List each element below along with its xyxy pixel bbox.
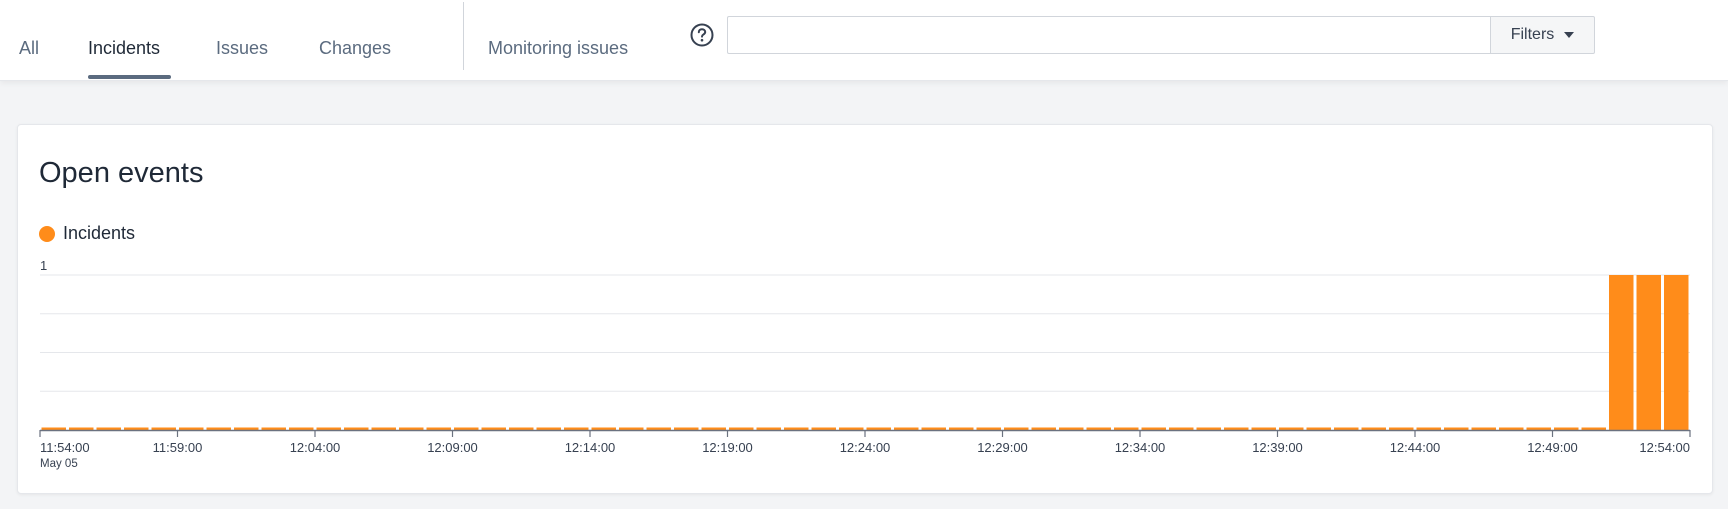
- bar: [976, 427, 1001, 430]
- bar: [921, 427, 946, 430]
- bar: [1444, 427, 1469, 430]
- bar: [536, 427, 561, 430]
- bar: [811, 427, 836, 430]
- bar: [454, 427, 479, 430]
- tab-monitoring-issues[interactable]: Monitoring issues: [488, 38, 628, 59]
- bar: [261, 427, 286, 430]
- bar: [894, 427, 919, 430]
- bar: [1169, 427, 1194, 430]
- bar: [316, 427, 341, 430]
- active-tab-indicator: [88, 75, 171, 79]
- x-tick-label: 12:14:00: [565, 440, 616, 455]
- tab-divider: [463, 2, 464, 70]
- bar: [289, 427, 314, 430]
- bar: [1581, 427, 1606, 430]
- bar: [1334, 427, 1359, 430]
- bar: [839, 427, 864, 430]
- tab-issues[interactable]: Issues: [216, 38, 268, 59]
- bar: [591, 427, 616, 430]
- x-date-label: May 05: [40, 458, 78, 470]
- x-tick-label: 12:54:00: [1639, 440, 1690, 455]
- bar: [1361, 427, 1386, 430]
- filters-button-label: Filters: [1510, 26, 1555, 43]
- bar: [179, 427, 204, 430]
- bar: [564, 427, 589, 430]
- x-tick-label: 12:29:00: [977, 440, 1028, 455]
- x-tick-label: 12:09:00: [427, 440, 478, 455]
- bar: [1499, 427, 1524, 430]
- bar: [1471, 427, 1496, 430]
- bar: [344, 427, 369, 430]
- tab-all[interactable]: All: [19, 38, 39, 59]
- bar: [481, 427, 506, 430]
- bar: [1279, 427, 1304, 430]
- bar: [1031, 427, 1056, 430]
- bar: [1306, 427, 1331, 430]
- filters-button[interactable]: Filters: [1490, 16, 1595, 54]
- bar: [151, 427, 176, 430]
- tab-incidents[interactable]: Incidents: [88, 38, 160, 59]
- caret-down-icon: [1564, 32, 1575, 38]
- bar: [1196, 427, 1221, 430]
- bar: [619, 427, 644, 430]
- bar: [1609, 275, 1634, 430]
- bar: [1636, 275, 1661, 430]
- bar: [646, 427, 671, 430]
- bar: [674, 427, 699, 430]
- bar: [866, 427, 891, 430]
- open-events-chart: 1 11:54:00 11:59:00 12:04:00 12:09:00 12:14:0…: [39, 258, 1691, 470]
- bar: [1114, 427, 1139, 430]
- y-tick-label: 1: [40, 258, 47, 273]
- x-tick-label: 12:49:00: [1527, 440, 1578, 455]
- x-tick-label: 12:34:00: [1115, 440, 1166, 455]
- x-tick-label: 12:44:00: [1390, 440, 1441, 455]
- bar: [509, 427, 534, 430]
- bar: [1251, 427, 1276, 430]
- bar: [729, 427, 754, 430]
- bar: [784, 427, 809, 430]
- bar: [1141, 427, 1166, 430]
- bar: [69, 427, 94, 430]
- x-tick-label: 12:19:00: [702, 440, 753, 455]
- bar: [1224, 427, 1249, 430]
- top-navigation-bar: All Incidents Issues Changes Monitoring …: [0, 0, 1728, 81]
- bar: [399, 427, 424, 430]
- open-events-card: Open events Incidents 1 11:54:00 11:59:00 1…: [17, 124, 1713, 494]
- bar: [1389, 427, 1414, 430]
- bar: [41, 427, 66, 430]
- search-input[interactable]: [727, 16, 1490, 54]
- bar: [1086, 427, 1111, 430]
- bar: [756, 427, 781, 430]
- question-circle-icon[interactable]: [690, 23, 714, 47]
- bar: [426, 427, 451, 430]
- bar: [949, 427, 974, 430]
- bar: [371, 427, 396, 430]
- x-tick-label: 12:39:00: [1252, 440, 1303, 455]
- x-tick-label: 12:24:00: [840, 440, 891, 455]
- bar: [206, 427, 231, 430]
- bar: [701, 427, 726, 430]
- tab-changes[interactable]: Changes: [319, 38, 391, 59]
- bar: [1554, 427, 1579, 430]
- x-tick-label: 11:54:00: [40, 440, 90, 455]
- bar: [234, 427, 259, 430]
- bar: [124, 427, 149, 430]
- bar: [96, 427, 121, 430]
- bar: [1526, 427, 1551, 430]
- bar: [1059, 427, 1084, 430]
- x-tick-label: 12:04:00: [290, 440, 341, 455]
- x-tick-label: 11:59:00: [153, 440, 203, 455]
- bar: [1664, 275, 1689, 430]
- bar: [1416, 427, 1441, 430]
- bar: [1004, 427, 1029, 430]
